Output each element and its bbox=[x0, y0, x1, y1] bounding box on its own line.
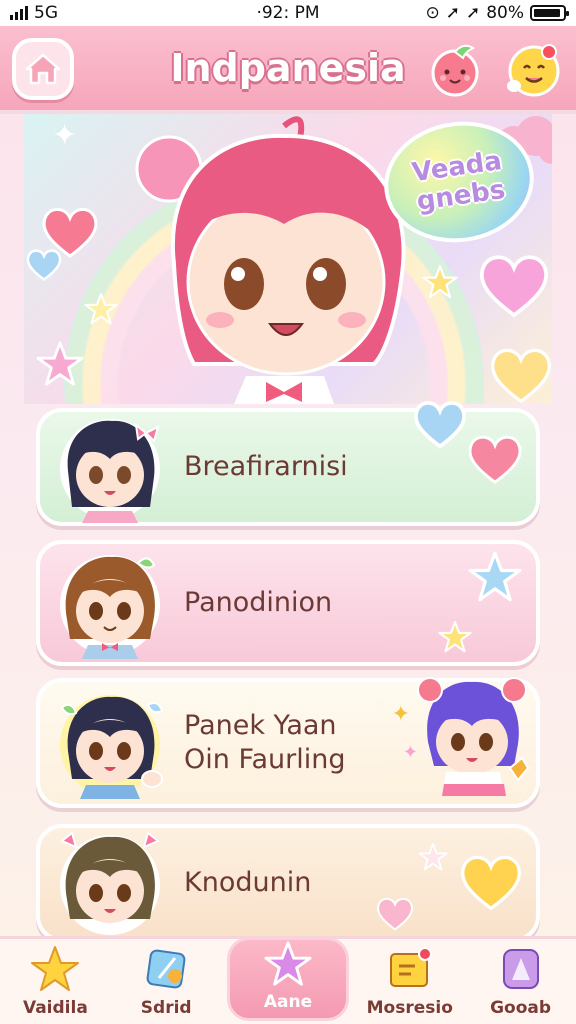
location-icon: ➚ bbox=[445, 3, 460, 23]
heart-icon bbox=[461, 855, 521, 911]
character-avatar bbox=[417, 677, 530, 796]
card-label: Panodinion bbox=[184, 587, 333, 619]
home-icon bbox=[25, 53, 61, 85]
heart-icon bbox=[491, 348, 551, 404]
nav-item-mosresio[interactable]: Mosresio bbox=[360, 944, 460, 1018]
page-title: Indpanesia bbox=[170, 46, 406, 90]
heart-icon bbox=[468, 435, 522, 484]
sparkle-icon: ✦ bbox=[391, 702, 410, 727]
location-arrow-icon: ➚ bbox=[465, 3, 481, 23]
character-avatar bbox=[60, 555, 160, 659]
nav-label: Sdrid bbox=[140, 998, 192, 1018]
nav-label: Vaidila bbox=[22, 998, 88, 1018]
battery-percent: 80% bbox=[486, 3, 524, 23]
star-icon bbox=[84, 293, 118, 325]
network-label: 5G bbox=[34, 3, 58, 23]
crystal-icon bbox=[502, 949, 539, 989]
star-icon bbox=[31, 946, 80, 991]
star-icon bbox=[36, 341, 84, 386]
card-label-line-2: Oin Faurling bbox=[184, 744, 346, 775]
status-bar: 5G ·92: PM ⊙ ➚ ➚ 80% bbox=[0, 0, 576, 26]
heart-icon bbox=[414, 401, 466, 449]
battery-icon bbox=[530, 5, 569, 21]
message-icon bbox=[389, 947, 432, 987]
menu-card-4[interactable]: Knodunin bbox=[36, 824, 540, 942]
main-character-illustration bbox=[170, 116, 406, 404]
nav-label: Gooab bbox=[490, 998, 552, 1018]
heart-icon bbox=[26, 249, 62, 282]
card-label-line-1: Panek Yaan bbox=[184, 710, 337, 742]
gem-icon bbox=[146, 949, 186, 989]
signal-icon bbox=[10, 6, 28, 20]
menu-card-1[interactable]: Breafirarnisi bbox=[36, 401, 540, 526]
card-label: Breafirarnisi bbox=[184, 451, 348, 483]
character-avatar bbox=[60, 419, 160, 523]
card-label: Panek Yaan Oin Faurling bbox=[184, 709, 346, 777]
nav-item-aane[interactable]: Aane bbox=[226, 937, 349, 1021]
star-icon bbox=[438, 621, 472, 653]
hero-banner: ✦ Veada gnebs bbox=[24, 114, 552, 404]
card-label: Knodunin bbox=[184, 867, 312, 899]
strawberry-icon[interactable] bbox=[426, 40, 484, 98]
nav-item-sdrid[interactable]: Sdrid bbox=[116, 944, 216, 1018]
nav-item-vaidila[interactable]: Vaidila bbox=[5, 944, 105, 1018]
sparkle-icon: ✦ bbox=[52, 118, 78, 153]
nav-item-gooab[interactable]: Gooab bbox=[471, 944, 571, 1018]
sparkle-icon: ✦ bbox=[402, 742, 418, 763]
star-icon bbox=[468, 551, 522, 602]
alarm-icon: ⊙ bbox=[425, 3, 440, 23]
app-header: Indpanesia bbox=[0, 26, 576, 114]
bottom-navigation: Vaidila Sdrid Aane Mosresio Gooab bbox=[0, 936, 576, 1024]
heart-icon bbox=[377, 897, 413, 931]
nav-label: Aane bbox=[263, 992, 313, 1012]
star-icon bbox=[418, 842, 448, 871]
heart-icon bbox=[479, 255, 549, 318]
home-button[interactable] bbox=[12, 38, 74, 100]
menu-card-3[interactable]: Panek Yaan Oin Faurling ✦ ✦ bbox=[36, 677, 540, 808]
status-time: ·92: PM bbox=[256, 3, 320, 23]
character-avatar bbox=[60, 695, 164, 799]
smiley-face-icon[interactable] bbox=[504, 40, 562, 98]
menu-card-2[interactable]: Panodinion bbox=[36, 540, 540, 666]
character-avatar bbox=[60, 831, 160, 935]
nav-label: Mosresio bbox=[366, 998, 453, 1018]
sparkle-star-icon bbox=[264, 941, 312, 986]
